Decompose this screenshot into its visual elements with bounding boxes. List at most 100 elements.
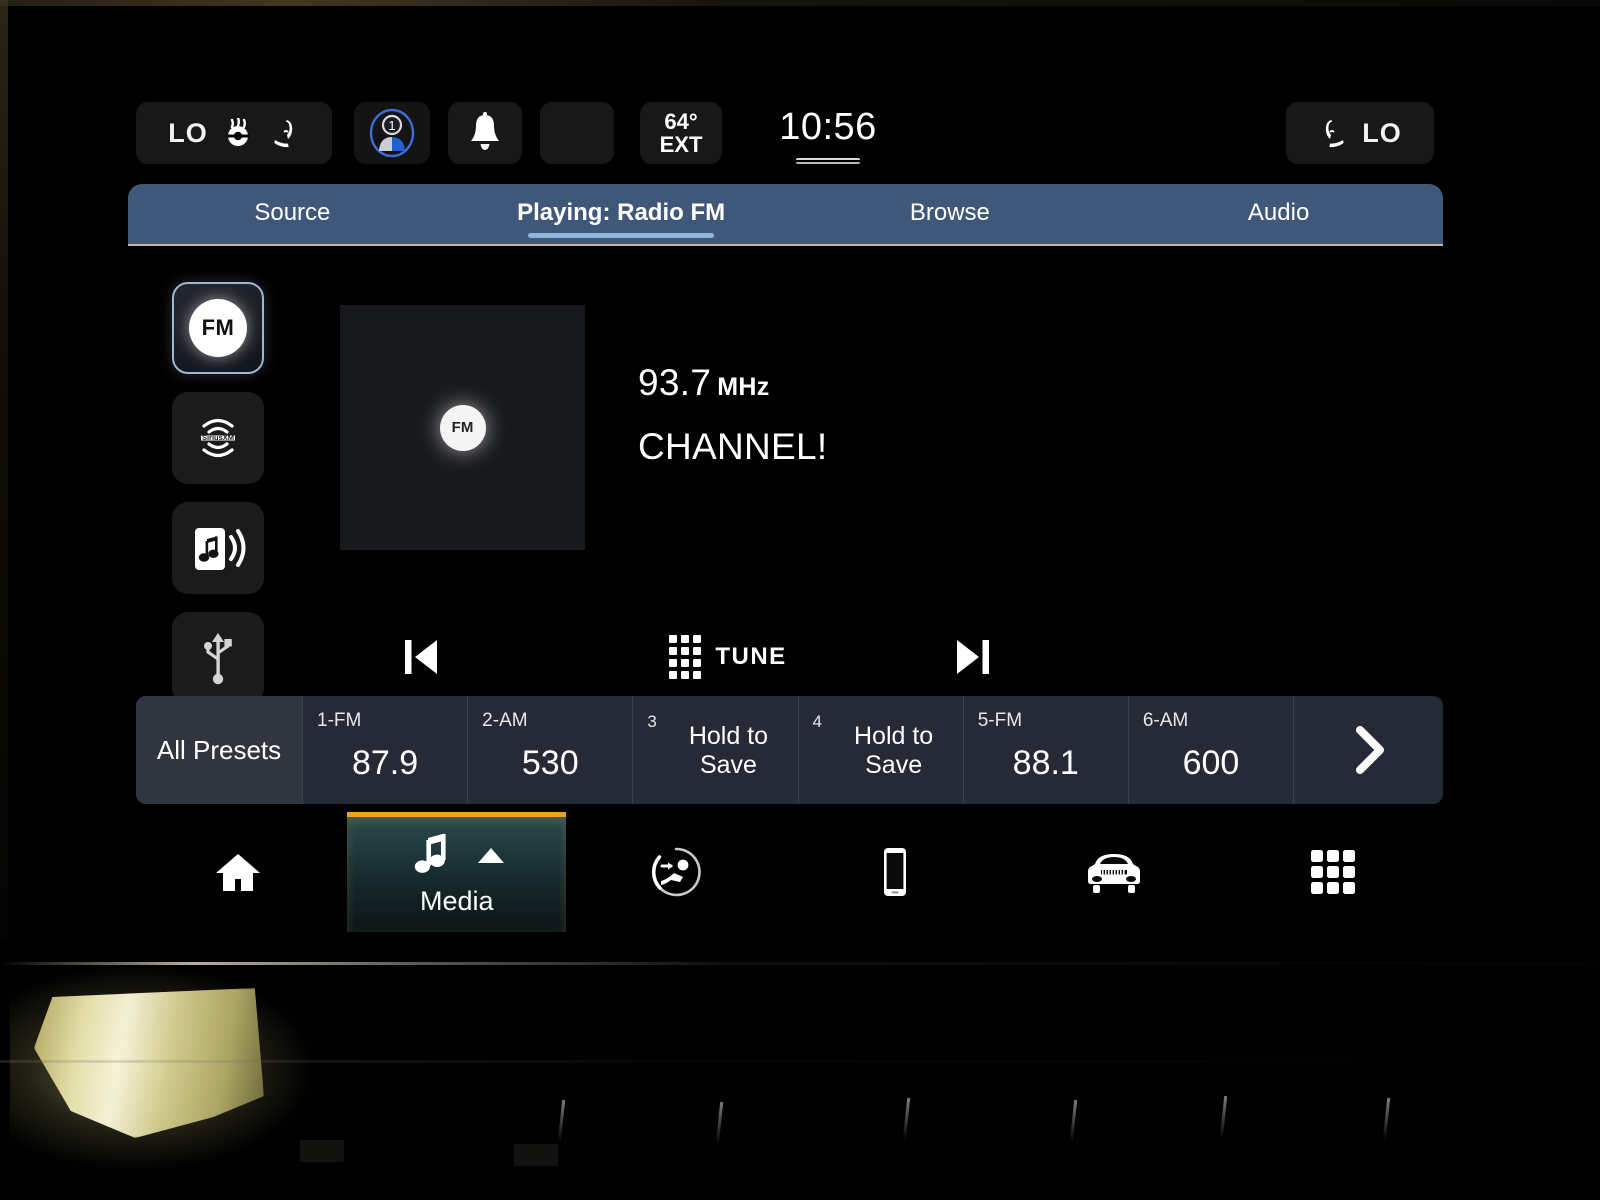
preset-button-3[interactable]: 3 Hold to Save — [632, 696, 797, 804]
tab-playing-radio-fm[interactable]: Playing: Radio FM — [457, 184, 786, 244]
vehicle-icon — [1088, 854, 1141, 893]
presets-bar: All Presets 1-FM 87.9 2-AM 530 3 Hold to… — [136, 696, 1443, 804]
exterior-temp-label: EXT — [659, 132, 703, 157]
passenger-climate-temp: LO — [1362, 117, 1402, 148]
infotainment-screen: LO 1 64° EXT 10:56 LO Source Playing: Ra… — [128, 92, 1443, 932]
driver-climate-temp: LO — [168, 117, 208, 148]
driver-climate-button[interactable]: LO — [136, 102, 332, 164]
preset-slot-label: 6-AM — [1142, 710, 1189, 731]
preset-value: 600 — [1182, 743, 1240, 782]
vent-slit — [715, 1101, 724, 1145]
skip-previous-icon — [405, 640, 437, 674]
vent-slit — [557, 1099, 566, 1143]
chevron-up-icon — [477, 847, 504, 863]
climate-comfort-icon — [651, 847, 701, 897]
dashboard-bezel-top — [0, 0, 1600, 6]
clock: 10:56 — [779, 106, 877, 148]
chevron-right-icon — [1355, 726, 1384, 774]
dashboard-lower-trim — [0, 940, 1600, 1200]
tab-playing-label: Playing: Radio FM — [517, 199, 726, 226]
next-station-button[interactable] — [938, 622, 1008, 692]
nav-item-vehicle[interactable] — [1005, 812, 1224, 932]
home-icon — [215, 854, 260, 891]
preset-button-4[interactable]: 4 Hold to Save — [797, 696, 963, 804]
dash-control — [514, 1144, 558, 1166]
passenger-climate-button[interactable]: LO — [1286, 102, 1434, 164]
notifications-button[interactable] — [448, 102, 522, 164]
nav-item-apps[interactable] — [1224, 812, 1443, 932]
preset-value: Hold to Save — [853, 722, 934, 779]
tab-source-label: Source — [254, 199, 331, 226]
preset-value: 87.9 — [351, 743, 419, 782]
trim-shadow-line — [0, 1060, 1600, 1063]
vent-slit — [1219, 1095, 1228, 1139]
tab-browse-label: Browse — [909, 199, 990, 226]
source-rail-item-fm[interactable]: FM — [172, 282, 264, 374]
all-presets-button[interactable]: All Presets — [136, 696, 302, 804]
preset-slot-label: 2-AM — [482, 710, 528, 731]
preset-slot-label: 4 — [812, 712, 822, 731]
driver-profile-button[interactable]: 1 — [354, 102, 430, 164]
preset-value: 88.1 — [1012, 743, 1079, 782]
music-note-icon — [414, 833, 446, 873]
station-frequency: 93.7 MHz — [638, 362, 1238, 404]
exterior-temp-chip[interactable]: 64° EXT — [640, 102, 722, 164]
all-presets-label: All Presets — [156, 734, 282, 765]
status-drawer-handle[interactable] — [796, 158, 860, 164]
preset-value: 530 — [521, 743, 579, 782]
keypad-grid-icon — [669, 635, 702, 679]
station-frequency-unit: MHz — [717, 373, 770, 401]
preset-slot-label: 5-FM — [977, 710, 1023, 731]
preset-button-6[interactable]: 6-AM 600 — [1127, 696, 1293, 804]
source-rail-item-siriusxm[interactable]: SiriusXM — [172, 392, 264, 484]
svg-text:SiriusXM: SiriusXM — [202, 433, 234, 442]
vent-slit — [1069, 1099, 1078, 1143]
bluetooth-audio-icon — [195, 528, 246, 570]
nav-item-media-label: Media — [419, 886, 494, 916]
heated-steering-wheel-icon — [226, 118, 249, 146]
preset-button-2[interactable]: 2-AM 530 — [467, 696, 632, 804]
status-blank-button[interactable] — [540, 102, 614, 164]
preset-slot-label: 3 — [647, 712, 657, 731]
preset-value: Hold to Save — [688, 722, 769, 779]
preset-button-1[interactable]: 1-FM 87.9 — [302, 696, 467, 804]
station-frequency-value: 93.7 — [638, 362, 712, 403]
vent-slit — [902, 1097, 911, 1141]
tab-audio[interactable]: Audio — [1114, 184, 1443, 244]
preset-button-5[interactable]: 5-FM 88.1 — [962, 696, 1128, 804]
heated-seat-icon — [1326, 120, 1344, 148]
media-tab-bar: Source Playing: Radio FM Browse Audio — [128, 184, 1443, 246]
previous-station-button[interactable] — [386, 622, 456, 692]
tab-underline — [528, 233, 715, 238]
trim-highlight — [0, 962, 1600, 965]
siriusxm-icon: SiriusXM — [201, 418, 235, 458]
presets-next-page-button[interactable] — [1293, 696, 1443, 804]
station-name: CHANNEL! — [638, 426, 828, 467]
tune-label: TUNE — [715, 643, 787, 670]
tab-audio-label: Audio — [1247, 199, 1310, 226]
phone-icon — [884, 848, 907, 896]
preset-slot-label: 1-FM — [317, 710, 362, 731]
fm-radio-icon: FM — [439, 404, 486, 451]
nav-item-climate[interactable] — [566, 812, 785, 932]
nav-item-media[interactable]: Media — [347, 812, 567, 932]
nav-item-home[interactable] — [128, 812, 347, 932]
vent-slit — [1382, 1097, 1391, 1141]
tab-browse[interactable]: Browse — [786, 184, 1115, 244]
transport-controls: TUNE — [208, 622, 1368, 692]
tune-button[interactable]: TUNE — [638, 622, 818, 692]
infotainment-photo: LO 1 64° EXT 10:56 LO Source Playing: Ra… — [0, 0, 1600, 1200]
source-rail-item-bluetooth-audio[interactable] — [172, 502, 264, 594]
dash-control — [300, 1140, 344, 1162]
status-bar: LO 1 64° EXT 10:56 LO — [128, 92, 1443, 172]
nav-item-phone[interactable] — [786, 812, 1005, 932]
svg-text:1: 1 — [388, 118, 395, 133]
dashboard-bezel-left — [0, 0, 8, 940]
heated-seat-icon — [274, 120, 292, 148]
driver-profile-1-icon: 1 — [369, 108, 415, 158]
bell-icon — [471, 112, 499, 150]
album-art: FM — [340, 305, 585, 550]
now-playing-info: 93.7 MHz CHANNEL! — [638, 362, 1238, 468]
apps-grid-icon — [1311, 850, 1356, 894]
tab-source[interactable]: Source — [128, 184, 457, 244]
